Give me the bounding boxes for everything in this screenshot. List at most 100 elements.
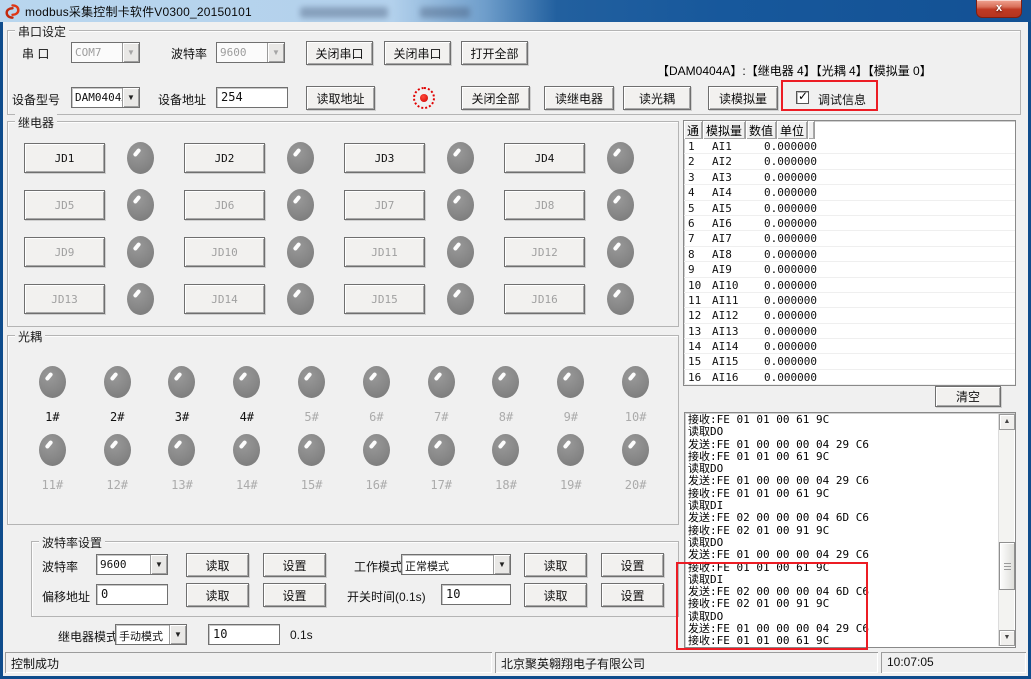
relay-button[interactable]: JD8	[504, 190, 585, 220]
table-row[interactable]: 15 AI15 0.000000	[684, 354, 1015, 369]
switchtime-read-button[interactable]: 读取	[524, 583, 587, 607]
switchtime-set-button[interactable]: 设置	[601, 583, 664, 607]
opto-channel-label: 11#	[42, 478, 64, 492]
relay-button[interactable]: JD15	[344, 284, 425, 314]
unit-cell	[846, 201, 926, 215]
analog-table-header-cell[interactable]: 模拟量	[703, 121, 746, 139]
offset-set-button[interactable]: 设置	[263, 583, 326, 607]
table-row[interactable]: 6 AI6 0.000000	[684, 216, 1015, 231]
relay-button[interactable]: JD11	[344, 237, 425, 267]
chevron-down-icon[interactable]: ▼	[493, 555, 510, 574]
chevron-down-icon[interactable]: ▼	[169, 625, 186, 644]
relay-button[interactable]: JD16	[504, 284, 585, 314]
scroll-down-icon[interactable]: ▼	[999, 630, 1015, 646]
relay-button[interactable]: JD10	[184, 237, 265, 267]
relay-button[interactable]: JD13	[24, 284, 105, 314]
switch-time-input[interactable]: 10	[441, 584, 511, 605]
table-row[interactable]: 14 AI14 0.000000	[684, 339, 1015, 354]
opto-channel-label: 5#	[304, 410, 318, 424]
relay-cell: JD12	[504, 236, 664, 268]
analog-table-header-cell[interactable]: 数值	[746, 121, 777, 139]
device-model-select[interactable]: DAM0404A ▼	[71, 87, 140, 108]
table-row[interactable]: 9 AI9 0.000000	[684, 262, 1015, 277]
relay-button[interactable]: JD6	[184, 190, 265, 220]
clock-time: 10:07:05	[881, 652, 1026, 673]
analog-table-header-cell[interactable]: 单位	[777, 121, 808, 139]
unit-cell	[846, 278, 926, 292]
chevron-down-icon[interactable]: ▼	[122, 88, 139, 107]
table-row[interactable]: 7 AI7 0.000000	[684, 231, 1015, 246]
titlebar: modbus采集控制卡软件V0300_20150101 x	[0, 0, 1031, 22]
table-row[interactable]: 11 AI11 0.000000	[684, 293, 1015, 308]
baud-read-button[interactable]: 读取	[186, 553, 249, 577]
workmode-set-button[interactable]: 设置	[601, 553, 664, 577]
opto-channel-label: 20#	[625, 478, 647, 492]
relay-led-indicator	[447, 189, 474, 221]
device-addr-input[interactable]: 254	[216, 87, 288, 108]
close-button[interactable]: x	[976, 0, 1022, 18]
relay-button[interactable]: JD4	[504, 143, 585, 173]
extra-cell	[926, 247, 1015, 261]
table-row[interactable]: 12 AI12 0.000000	[684, 308, 1015, 323]
read-analog-button[interactable]: 读模拟量	[708, 86, 778, 110]
relay-button[interactable]: JD5	[24, 190, 105, 220]
opto-cell: 8#	[474, 366, 539, 424]
value-cell: 0.000000	[760, 170, 846, 184]
relay-button[interactable]: JD7	[344, 190, 425, 220]
opto-channel-label: 2#	[110, 410, 124, 424]
baud-set-button[interactable]: 设置	[263, 553, 326, 577]
analog-table-header-cell[interactable]	[808, 121, 815, 139]
chevron-down-icon[interactable]: ▼	[267, 43, 284, 62]
opto-channel-label: 1#	[45, 410, 59, 424]
unit-cell	[846, 339, 926, 353]
close-serial-button-2[interactable]: 关闭串口	[384, 41, 451, 65]
relay-button[interactable]: JD12	[504, 237, 585, 267]
workmode-select[interactable]: 正常模式 ▼	[401, 554, 511, 575]
table-row[interactable]: 10 AI10 0.000000	[684, 278, 1015, 293]
offset-read-button[interactable]: 读取	[186, 583, 249, 607]
table-row[interactable]: 1 AI1 0.000000	[684, 139, 1015, 154]
relay-led-indicator	[287, 236, 314, 268]
serial-port-select[interactable]: COM7 ▼	[71, 42, 140, 63]
workmode-read-button[interactable]: 读取	[524, 553, 587, 577]
baud-select[interactable]: 9600 ▼	[216, 42, 285, 63]
baud-cfg-select[interactable]: 9600 ▼	[96, 554, 168, 575]
read-addr-button[interactable]: 读取地址	[306, 86, 375, 110]
analog-name-cell: AI8	[708, 247, 760, 261]
relay-button[interactable]: JD2	[184, 143, 265, 173]
open-all-button[interactable]: 打开全部	[461, 41, 528, 65]
table-row[interactable]: 2 AI2 0.000000	[684, 154, 1015, 169]
analog-table-header-cell[interactable]: 通	[684, 121, 703, 139]
relay-mode-time-input[interactable]: 10	[208, 624, 280, 645]
table-row[interactable]: 5 AI5 0.000000	[684, 201, 1015, 216]
read-opto-button[interactable]: 读光耦	[623, 86, 691, 110]
table-row[interactable]: 16 AI16 0.000000	[684, 370, 1015, 385]
log-scrollbar[interactable]: ▲ ▼	[998, 414, 1014, 646]
baud-value: 9600	[217, 43, 267, 62]
table-row[interactable]: 3 AI3 0.000000	[684, 170, 1015, 185]
relay-button[interactable]: JD14	[184, 284, 265, 314]
close-serial-button-1[interactable]: 关闭串口	[306, 41, 373, 65]
table-row[interactable]: 4 AI4 0.000000	[684, 185, 1015, 200]
scroll-up-icon[interactable]: ▲	[999, 414, 1015, 430]
relay-button[interactable]: JD9	[24, 237, 105, 267]
relay-cell: JD2	[184, 142, 344, 174]
table-row[interactable]: 13 AI13 0.000000	[684, 324, 1015, 339]
scrollbar-thumb[interactable]	[999, 542, 1015, 590]
relay-mode-select[interactable]: 手动模式 ▼	[115, 624, 187, 645]
relay-grid: JD1 JD2 JD3 JD4	[24, 142, 664, 315]
close-all-button[interactable]: 关闭全部	[461, 86, 530, 110]
chevron-down-icon[interactable]: ▼	[122, 43, 139, 62]
offset-addr-input[interactable]: 0	[96, 584, 168, 605]
relay-button[interactable]: JD3	[344, 143, 425, 173]
clear-log-button[interactable]: 清空	[935, 386, 1001, 407]
opto-cell: 12#	[85, 434, 150, 492]
opto-cell: 14#	[214, 434, 279, 492]
table-row[interactable]: 8 AI8 0.000000	[684, 247, 1015, 262]
chevron-down-icon[interactable]: ▼	[150, 555, 167, 574]
opto-channel-label: 17#	[430, 478, 452, 492]
serial-group-legend: 串口设定	[15, 23, 69, 40]
relay-button[interactable]: JD1	[24, 143, 105, 173]
log-line: 读取DO	[688, 426, 997, 438]
read-relay-button[interactable]: 读继电器	[544, 86, 614, 110]
